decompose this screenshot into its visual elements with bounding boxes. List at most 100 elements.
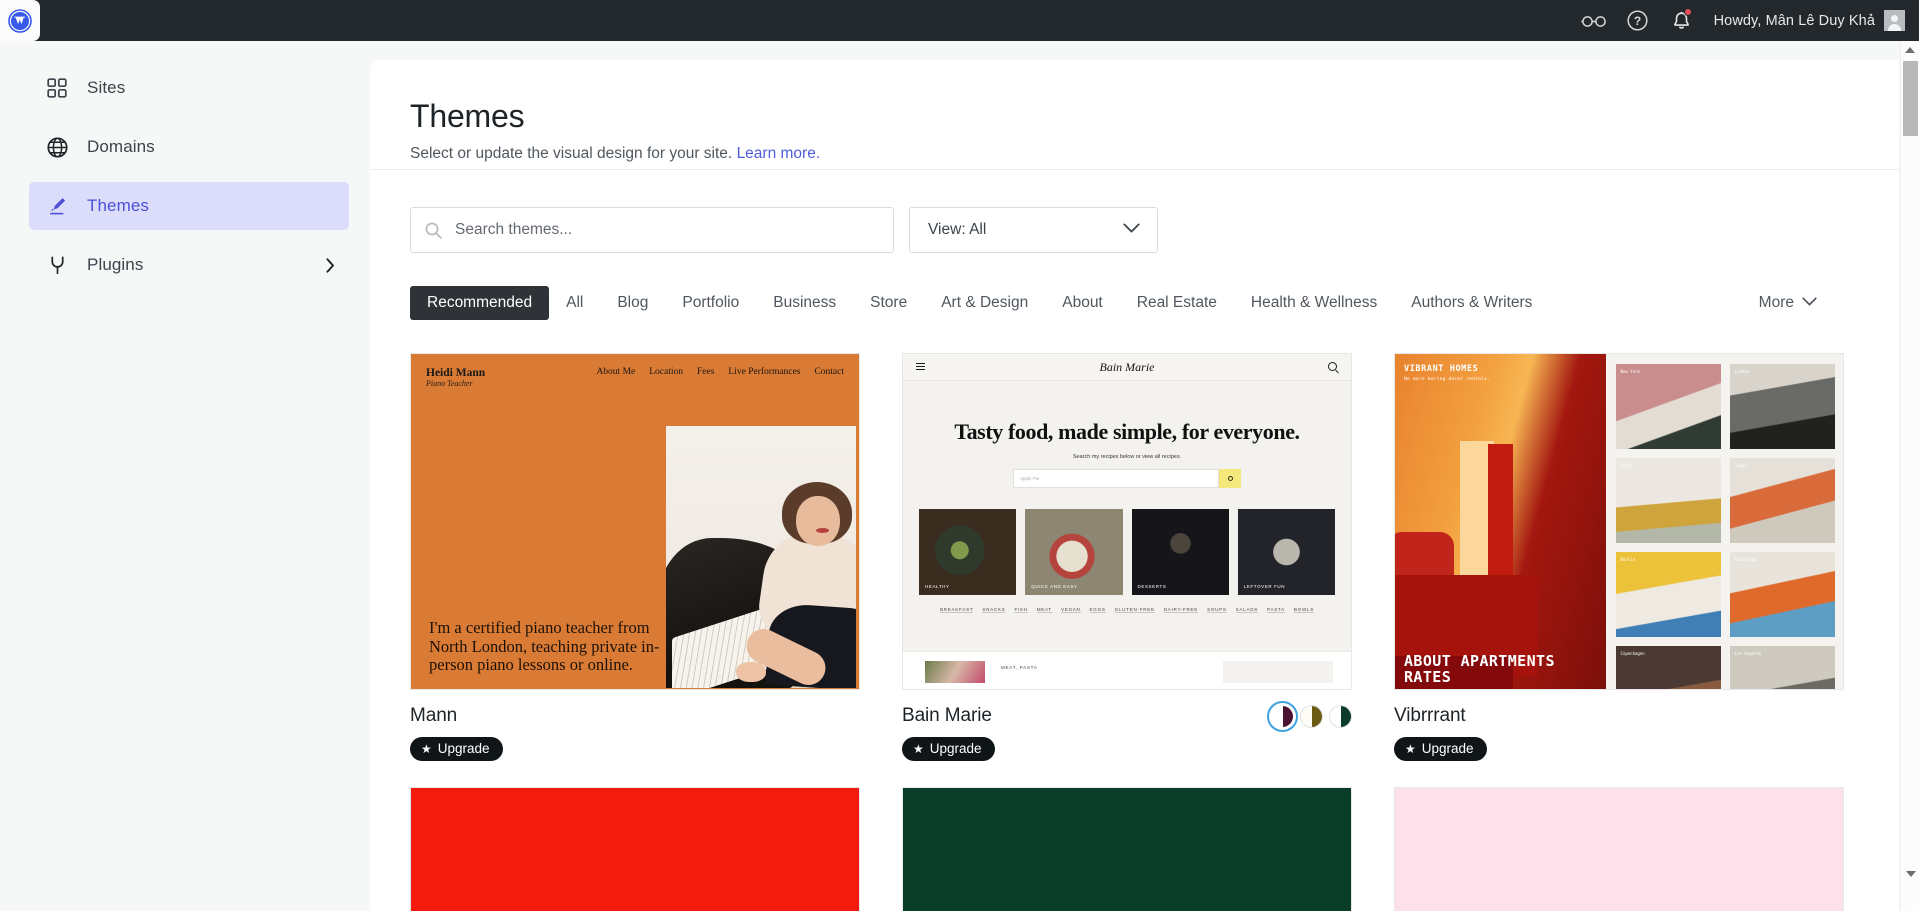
bm-tag: BREAKFAST — [939, 607, 974, 613]
scrollbar-thumb[interactable] — [1903, 61, 1918, 136]
tab-about[interactable]: About — [1045, 286, 1120, 320]
help-button[interactable]: ? — [1616, 0, 1660, 41]
vb-tagline: No more boring decor rentals. — [1404, 377, 1491, 382]
bm-footer-label: MEAT, PASTA — [1001, 665, 1038, 670]
bm-tag-list: BREAKFAST SNACKS FISH MEAT VEGAN EGGS GL… — [903, 607, 1351, 613]
view-select[interactable]: View: All — [909, 207, 1158, 253]
tab-portfolio[interactable]: Portfolio — [665, 286, 756, 320]
tab-more-label: More — [1758, 294, 1794, 311]
palette-swatch-2[interactable] — [1300, 705, 1323, 728]
bm-subline: Search my recipes below or view all reci… — [1072, 454, 1182, 460]
sidebar-item-sites[interactable]: Sites — [29, 64, 349, 112]
bm-tag: BOWLS — [1293, 607, 1314, 613]
chevron-down-icon — [1802, 294, 1817, 312]
palette-swatch-3[interactable] — [1329, 705, 1352, 728]
plug-icon — [45, 253, 69, 277]
scroll-down-button[interactable] — [1901, 871, 1919, 877]
theme-card-partial-3[interactable] — [1394, 787, 1844, 911]
theme-card-mann[interactable]: Heidi Mann Piano Teacher About Me Locati… — [410, 353, 860, 761]
mann-preview: Heidi Mann Piano Teacher About Me Locati… — [411, 354, 859, 689]
filter-bar: View: All — [370, 170, 1899, 253]
bm-tag: PASTA — [1267, 607, 1285, 613]
masthead-actions: ? Howdy, Mân Lê Duy Khả — [1572, 0, 1919, 41]
bm-card-label: HEALTHY — [925, 584, 950, 589]
grid-icon — [45, 76, 69, 100]
theme-thumbnail-vibrrrant[interactable]: VIBRANT HOMES No more boring decor renta… — [1394, 353, 1844, 690]
wordpress-logo-icon — [8, 8, 32, 33]
content-panel: Themes Select or update the visual desig… — [370, 60, 1899, 911]
bm-tag: EGGS — [1089, 607, 1106, 613]
tab-authors-and-writers[interactable]: Authors & Writers — [1394, 286, 1549, 320]
theme-meta-bain-marie: Bain Marie ★ Upgrade — [902, 701, 1352, 761]
sidebar-item-themes[interactable]: Themes — [29, 182, 349, 230]
vertical-scrollbar[interactable] — [1900, 41, 1919, 911]
upgrade-badge[interactable]: ★ Upgrade — [902, 737, 995, 761]
upgrade-badge[interactable]: ★ Upgrade — [410, 737, 503, 761]
tab-blog[interactable]: Blog — [600, 286, 665, 320]
bm-search-placeholder: Apple Pie — [1013, 469, 1219, 488]
vibrrrant-preview: VIBRANT HOMES No more boring decor renta… — [1395, 354, 1843, 689]
theme-card-partial-1[interactable] — [410, 787, 860, 911]
category-tabs: Recommended All Blog Portfolio Business … — [410, 286, 1821, 320]
tab-real-estate[interactable]: Real Estate — [1120, 286, 1234, 320]
reader-button[interactable] — [1572, 0, 1616, 41]
theme-card-partial-2[interactable] — [902, 787, 1352, 911]
theme-thumbnail-partial-green[interactable] — [902, 787, 1352, 911]
arrow-down-icon — [1905, 871, 1916, 877]
mann-brand-sub: Piano Teacher — [426, 379, 473, 388]
vb-cell: Los Angeles — [1729, 646, 1835, 689]
vb-cell: Copenhagen — [1615, 646, 1721, 689]
learn-more-link[interactable]: Learn more. — [737, 145, 821, 162]
upgrade-badge[interactable]: ★ Upgrade — [1394, 737, 1487, 761]
tab-recommended[interactable]: Recommended — [410, 286, 550, 320]
bm-logo: Bain Marie — [1099, 359, 1155, 374]
bm-footer: MEAT, PASTA — [903, 651, 1351, 689]
bm-tag: GLUTEN-FREE — [1114, 607, 1155, 613]
theme-card-bain-marie[interactable]: Bain Marie Tasty food, made simple, for … — [902, 353, 1352, 761]
search-input[interactable] — [455, 221, 879, 239]
wordpress-logo-button[interactable] — [0, 0, 40, 41]
color-palette — [1267, 701, 1352, 732]
mann-brand-name: Heidi Mann — [426, 367, 486, 379]
view-select-label: View: All — [928, 221, 987, 238]
brush-icon — [45, 194, 69, 218]
mann-nav-item: About Me — [596, 367, 636, 377]
theme-thumbnail-partial-red[interactable] — [410, 787, 860, 911]
vb-title: VIBRANT HOMES — [1404, 364, 1479, 374]
palette-swatch-1[interactable] — [1267, 701, 1298, 732]
upgrade-label: Upgrade — [1421, 741, 1474, 756]
bm-tag: SOUPS — [1207, 607, 1227, 613]
search-box[interactable] — [410, 207, 894, 253]
bm-search-row: Apple Pie — [1013, 469, 1241, 488]
sidebar-label-themes: Themes — [87, 196, 150, 215]
theme-thumbnail-mann[interactable]: Heidi Mann Piano Teacher About Me Locati… — [410, 353, 860, 690]
tab-all[interactable]: All — [549, 286, 600, 320]
tab-more[interactable]: More — [1759, 294, 1821, 312]
vb-grid: New York London Paris Tokyo Berlin Barce… — [1606, 354, 1843, 689]
tab-health-and-wellness[interactable]: Health & Wellness — [1234, 286, 1394, 320]
page-title: Themes — [410, 98, 525, 134]
sidebar-item-plugins[interactable]: Plugins — [29, 241, 349, 289]
tab-business[interactable]: Business — [756, 286, 853, 320]
theme-card-vibrrrant[interactable]: VIBRANT HOMES No more boring decor renta… — [1394, 353, 1844, 761]
scroll-up-button[interactable] — [1901, 41, 1919, 58]
mann-nav-item: Live Performances — [728, 367, 801, 377]
theme-thumbnail-bain-marie[interactable]: Bain Marie Tasty food, made simple, for … — [902, 353, 1352, 690]
account-menu[interactable]: Howdy, Mân Lê Duy Khả — [1704, 0, 1913, 41]
bain-marie-preview: Bain Marie Tasty food, made simple, for … — [903, 354, 1351, 689]
bm-card: QUICK AND EASY — [1025, 509, 1123, 595]
theme-thumbnail-partial-pink[interactable] — [1394, 787, 1844, 911]
vb-big-text: ABOUT APARTMENTS RATES — [1404, 652, 1555, 686]
hamburger-icon — [916, 363, 925, 370]
notifications-button[interactable] — [1660, 0, 1704, 41]
mann-photo — [666, 426, 856, 688]
tab-store[interactable]: Store — [853, 286, 924, 320]
tab-art-and-design[interactable]: Art & Design — [924, 286, 1045, 320]
help-icon: ? — [1627, 10, 1648, 31]
theme-grid: Heidi Mann Piano Teacher About Me Locati… — [410, 353, 1844, 911]
vb-cell-label: Copenhagen — [1620, 651, 1645, 656]
vb-cell-label: New York — [1620, 369, 1640, 374]
sidebar-label-domains: Domains — [87, 137, 155, 156]
sidebar-item-domains[interactable]: Domains — [29, 123, 349, 171]
vb-cell: Berlin — [1615, 552, 1721, 637]
